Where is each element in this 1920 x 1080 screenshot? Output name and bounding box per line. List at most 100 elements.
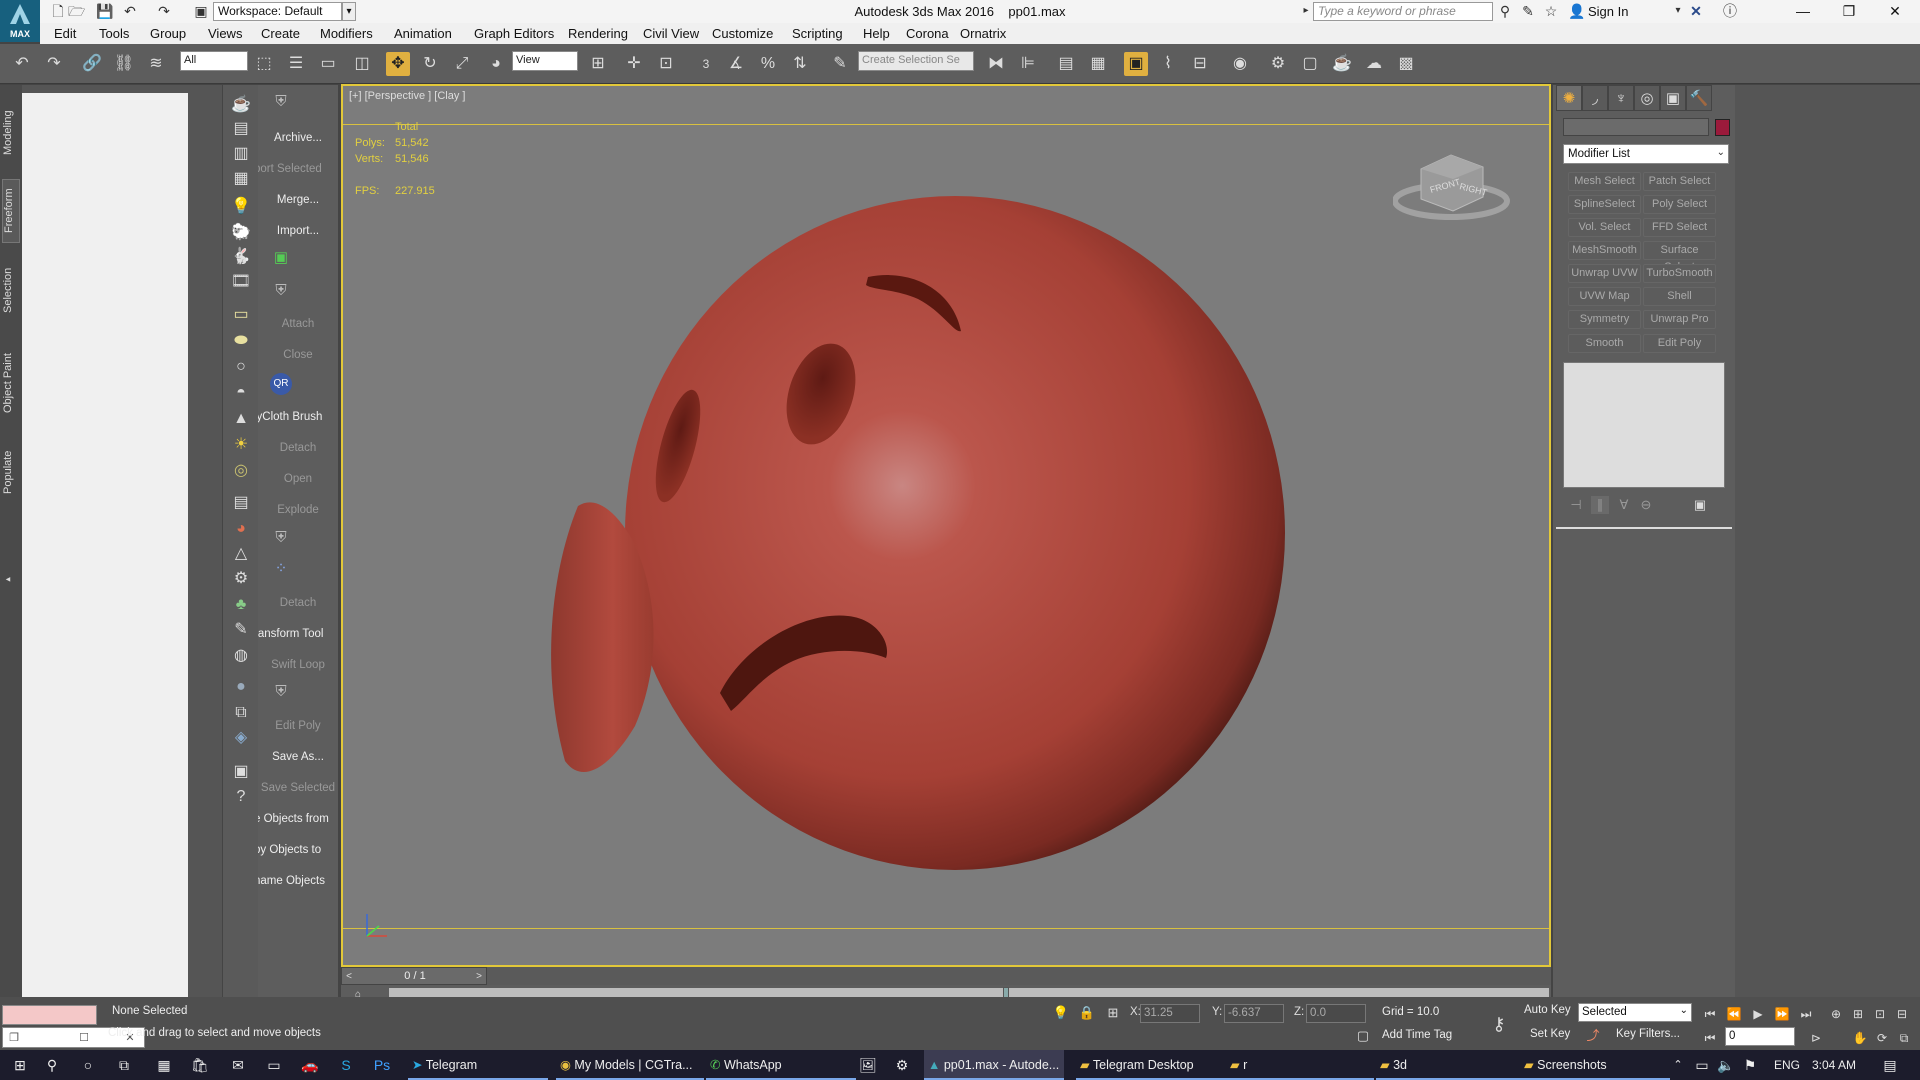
object-color-swatch[interactable] <box>1715 119 1730 136</box>
brush-icon[interactable]: ✎ <box>229 618 253 642</box>
new-file-icon[interactable]: 🗋 <box>50 3 66 19</box>
go-to-end-icon[interactable]: ⏭ <box>1796 1005 1816 1023</box>
particles-icon[interactable]: ⁘ <box>270 558 292 580</box>
edit-named-selection-icon[interactable]: ✎ <box>828 52 852 76</box>
photoshop-icon[interactable]: Ps <box>372 1055 392 1075</box>
schematic-view-icon[interactable]: ⊟ <box>1188 52 1212 76</box>
sheep-icon[interactable]: 🐑 <box>229 221 253 245</box>
render-online-icon[interactable]: ▩ <box>1394 52 1418 76</box>
menu-tools[interactable]: Tools <box>99 26 129 41</box>
action-icon[interactable]: ⚑ <box>1740 1055 1760 1075</box>
motion-tab-icon[interactable]: ◎ <box>1634 85 1660 111</box>
select-and-link-icon[interactable]: 🔗 <box>80 52 104 76</box>
rename-objects-command[interactable]: name Objects <box>258 875 338 887</box>
key-selection-set-dropdown[interactable]: Selected ⌄ <box>1578 1003 1692 1022</box>
exchange-apps-icon[interactable]: ✕ <box>1688 3 1704 19</box>
angle-snap-icon[interactable]: ∡ <box>724 52 748 76</box>
help-icon[interactable]: ⓘ <box>1722 3 1738 19</box>
save-as-command[interactable]: Save As... <box>258 751 338 763</box>
field-of-view-icon[interactable]: ⊳ <box>1806 1029 1826 1047</box>
stack-icon[interactable]: ▤ <box>229 491 253 515</box>
rectangular-selection-icon[interactable]: ▭ <box>316 52 340 76</box>
menu-animation[interactable]: Animation <box>394 26 452 41</box>
placement-icon[interactable]: ◕ <box>484 52 508 76</box>
selection-lock-icon[interactable]: 🔒 <box>1078 1004 1096 1022</box>
set-keys-key-icon[interactable]: ⚷ <box>1490 1015 1508 1033</box>
table-icon[interactable]: ▦ <box>229 167 253 191</box>
calculator-icon[interactable]: ▦ <box>154 1055 174 1075</box>
menu-views[interactable]: Views <box>208 26 242 41</box>
utilities-tab-icon[interactable]: 🔨 <box>1686 85 1712 111</box>
search-icon[interactable]: ⚲ <box>42 1055 62 1075</box>
sign-in-button[interactable]: Sign In <box>1588 4 1628 19</box>
ball-icon[interactable]: ● <box>229 675 253 699</box>
next-key-icon[interactable]: ⏩ <box>1772 1005 1792 1023</box>
maximize-viewport-icon[interactable]: ⧉ <box>1894 1029 1914 1047</box>
render-production-icon[interactable]: ☕ <box>1330 52 1354 76</box>
set-key-button[interactable]: Set Key <box>1530 1028 1570 1040</box>
close-command[interactable]: Close <box>258 349 338 361</box>
pivot-center-icon[interactable]: ⊞ <box>586 52 610 76</box>
help-search-input[interactable]: Type a keyword or phrase <box>1313 2 1493 21</box>
question-icon[interactable]: ? <box>229 785 253 809</box>
percent-snap-icon[interactable]: % <box>756 52 780 76</box>
bind-space-warp-icon[interactable]: ≋ <box>144 52 168 76</box>
turbosmooth-button[interactable]: TurboSmooth <box>1643 264 1716 283</box>
edit-poly-button[interactable]: Edit Poly <box>1643 334 1716 353</box>
hierarchy-tab-icon[interactable]: ♆ <box>1608 85 1634 111</box>
zoom-extents-all-icon[interactable]: ⊟ <box>1892 1005 1912 1023</box>
x-coordinate-field[interactable]: 31.25 <box>1140 1004 1200 1023</box>
key-filters-button[interactable]: Key Filters... <box>1616 1028 1680 1040</box>
sun-icon[interactable]: ☀ <box>229 433 253 457</box>
taskbar-telegram-desktop[interactable]: ▰ Telegram Desktop <box>1076 1050 1226 1080</box>
previous-key-icon[interactable]: ⏪ <box>1724 1005 1744 1023</box>
menu-scripting[interactable]: Scripting <box>792 26 843 41</box>
shell-button[interactable]: Shell <box>1643 287 1716 306</box>
auto-key-button[interactable]: Auto Key <box>1524 1004 1571 1016</box>
taskbar-3dsmax[interactable]: ▲ pp01.max - Autode... <box>924 1050 1064 1080</box>
language-indicator[interactable]: ENG <box>1774 1058 1800 1072</box>
modifier-list-dropdown[interactable]: Modifier List ⌄ <box>1563 144 1729 164</box>
select-by-name-icon[interactable]: ☰ <box>284 52 308 76</box>
keyboard-shortcut-toggle-icon[interactable]: ⊡ <box>654 52 678 76</box>
window-minimize-icon[interactable]: ☐ <box>75 1029 93 1047</box>
app-logo-button[interactable]: MAX <box>0 0 40 42</box>
tab-modeling[interactable]: Modeling <box>2 103 20 163</box>
taskbar-whatsapp[interactable]: ✆ WhatsApp <box>706 1050 856 1080</box>
configure-modifier-sets-icon[interactable]: ▣ <box>1691 496 1709 514</box>
time-tag-icon[interactable]: ▢ <box>1354 1027 1372 1045</box>
polycloth-brush-command[interactable]: lyCloth Brush <box>258 411 338 423</box>
select-object-icon[interactable]: ⬚ <box>252 52 276 76</box>
window-restore-icon[interactable]: ❐ <box>5 1029 23 1047</box>
merge-objects-from-command[interactable]: e Objects from <box>258 813 338 825</box>
user-icon[interactable]: 👤 <box>1568 3 1585 19</box>
grass-icon[interactable]: ♣ <box>229 593 253 617</box>
vol-select-button[interactable]: Vol. Select <box>1568 218 1641 237</box>
poly-select-button[interactable]: Poly Select <box>1643 195 1716 214</box>
y-coordinate-field[interactable]: -6.637 <box>1224 1004 1284 1023</box>
render-frame-icon[interactable]: ▤ <box>229 117 253 141</box>
cone-icon[interactable]: ▲ <box>229 407 253 431</box>
export-selected-command[interactable]: port Selected <box>258 163 338 175</box>
sign-in-arrow-icon[interactable]: ▾ <box>1670 3 1686 19</box>
rename-icon[interactable]: ◈ <box>229 726 253 750</box>
patch-select-button[interactable]: Patch Select <box>1643 172 1716 191</box>
pyramid-icon[interactable]: △ <box>229 542 253 566</box>
clipboard-icon[interactable]: ▣ <box>229 760 253 784</box>
menu-corona[interactable]: Corona <box>906 26 949 41</box>
binoculars-icon[interactable]: ⚲ <box>1497 3 1513 19</box>
rendered-frame-window-icon[interactable]: ▢ <box>1298 52 1322 76</box>
time-slider[interactable]: < 0 / 1 > <box>341 967 487 985</box>
swift-loop-command[interactable]: Swift Loop <box>258 659 338 671</box>
restore-button[interactable]: ❐ <box>1826 0 1872 23</box>
computer-icon[interactable]: ▭ <box>264 1055 284 1075</box>
taskbar-folder-3d[interactable]: ▰ 3d <box>1376 1050 1524 1080</box>
unwrap-pro-button[interactable]: Unwrap Pro <box>1643 310 1716 329</box>
globe-icon[interactable]: ◍ <box>229 644 253 668</box>
uvw-map-button[interactable]: UVW Map <box>1568 287 1641 306</box>
mirror-icon[interactable]: ⧓ <box>984 52 1008 76</box>
menu-create[interactable]: Create <box>261 26 300 41</box>
open-file-icon[interactable]: 🗁 <box>68 3 85 19</box>
remove-modifier-icon[interactable]: ⊖ <box>1637 496 1655 514</box>
dome-icon[interactable]: ◓ <box>229 381 253 405</box>
